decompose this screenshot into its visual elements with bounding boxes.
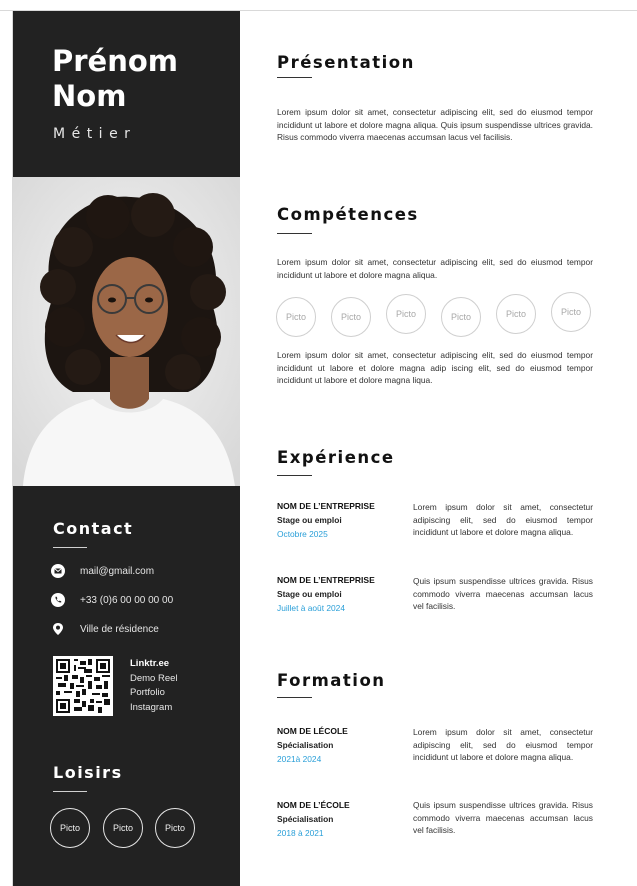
- experience-1-role: Stage ou emploi: [277, 515, 342, 525]
- experience-2-company: NOM DE L’ENTREPRISE: [277, 575, 375, 585]
- phone-icon: [51, 593, 65, 607]
- presentation-rule: [277, 77, 312, 78]
- skill-picto-5: Picto: [496, 294, 536, 334]
- presentation-text: Lorem ipsum dolor sit amet, consectetur …: [277, 107, 593, 143]
- skill-picto-2: Picto: [331, 297, 371, 337]
- hobby-picto-2: Picto: [103, 808, 143, 848]
- experience-entry-1: NOM DE L’ENTREPRISE Stage ou emploi Octo…: [277, 499, 375, 541]
- contact-email: mail@gmail.com: [80, 565, 155, 577]
- skills-text-2: Lorem ipsum dolor sit amet, consectetur …: [277, 350, 593, 386]
- contact-phone-row[interactable]: +33 (0)6 00 00 00 00: [51, 593, 173, 607]
- education-1-school: NOM DE LÉCOLE: [277, 726, 348, 736]
- presentation-title: Présentation: [277, 53, 415, 72]
- skills-rule: [277, 233, 312, 234]
- hobby-picto-1: Picto: [50, 808, 90, 848]
- education-entry-1: NOM DE LÉCOLE Spécialisation 2021à 2024: [277, 724, 348, 766]
- skill-picto-3: Picto: [386, 294, 426, 334]
- qr-code-icon: [56, 659, 110, 713]
- education-2-date: 2018 à 2021: [277, 828, 324, 838]
- hobbies-title: Loisirs: [53, 763, 123, 782]
- contact-city: Ville de résidence: [80, 623, 159, 635]
- first-name: Prénom: [52, 44, 179, 78]
- links-block: Linktr.ee Demo Reel Portfolio Instagram: [130, 657, 178, 715]
- portrait-illustration: [13, 177, 240, 486]
- education-1-date: 2021à 2024: [277, 754, 322, 764]
- education-2-text: Quis ipsum suspendisse ultrices gravida.…: [413, 800, 593, 836]
- contact-title: Contact: [53, 519, 134, 538]
- experience-2-text: Quis ipsum suspendisse ultrices gravida.…: [413, 576, 593, 612]
- experience-2-role: Stage ou emploi: [277, 589, 342, 599]
- mail-icon: [51, 564, 65, 578]
- sidebar: Prénom Nom Métier Contact mail@gmail.com…: [13, 11, 240, 886]
- contact-email-row[interactable]: mail@gmail.com: [51, 564, 154, 578]
- contact-phone: +33 (0)6 00 00 00 00: [80, 594, 174, 606]
- experience-entry-2: NOM DE L’ENTREPRISE Stage ou emploi Juil…: [277, 573, 375, 615]
- profile-photo: [13, 177, 240, 486]
- hobbies-title-rule: [53, 791, 87, 792]
- education-rule: [277, 697, 312, 698]
- experience-2-date: Juillet à août 2024: [277, 603, 345, 613]
- last-name: Nom: [52, 79, 127, 113]
- links-title[interactable]: Linktr.ee: [130, 657, 178, 672]
- experience-rule: [277, 475, 312, 476]
- link-instagram[interactable]: Instagram: [130, 701, 178, 716]
- skills-title: Compétences: [277, 205, 419, 224]
- location-pin-icon: [51, 622, 65, 636]
- hobby-picto-3: Picto: [155, 808, 195, 848]
- experience-1-company: NOM DE L’ENTREPRISE: [277, 501, 375, 511]
- skill-picto-4: Picto: [441, 297, 481, 337]
- experience-title: Expérience: [277, 448, 395, 467]
- contact-title-rule: [53, 547, 87, 548]
- education-1-field: Spécialisation: [277, 740, 334, 750]
- job-title: Métier: [53, 126, 137, 142]
- skills-text-1: Lorem ipsum dolor sit amet, consectetur …: [277, 257, 593, 280]
- full-name: Prénom Nom: [52, 44, 178, 114]
- education-1-text: Lorem ipsum dolor sit amet, consectetur …: [413, 727, 593, 763]
- link-demo-reel[interactable]: Demo Reel: [130, 672, 178, 687]
- experience-1-text: Lorem ipsum dolor sit amet, consectetur …: [413, 502, 593, 538]
- education-title: Formation: [277, 671, 386, 690]
- skill-picto-1: Picto: [276, 297, 316, 337]
- contact-location-row: Ville de résidence: [51, 622, 159, 636]
- education-2-school: NOM DE L’ÉCOLE: [277, 800, 350, 810]
- education-entry-2: NOM DE L’ÉCOLE Spécialisation 2018 à 202…: [277, 798, 350, 840]
- link-portfolio[interactable]: Portfolio: [130, 686, 178, 701]
- education-2-field: Spécialisation: [277, 814, 334, 824]
- experience-1-date: Octobre 2025: [277, 529, 328, 539]
- qr-code[interactable]: [53, 656, 113, 716]
- skill-picto-6: Picto: [551, 292, 591, 332]
